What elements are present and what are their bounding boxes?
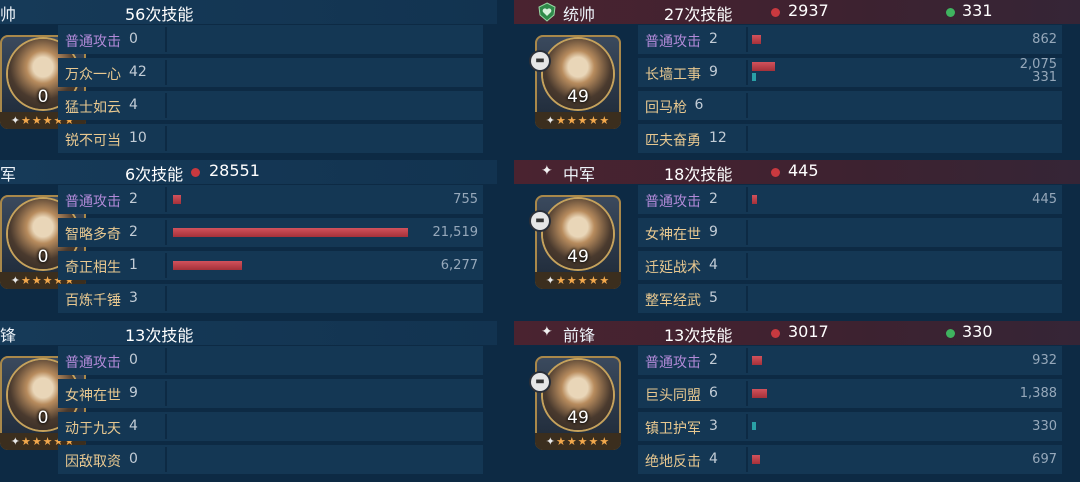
hero-level: 49 <box>567 247 589 267</box>
tank-icon: ▬ <box>531 212 549 230</box>
hero-portrait[interactable]: 49 ✦★★★★★ <box>535 195 621 289</box>
row-divider <box>746 220 748 245</box>
skill-count: 18次技能 <box>664 165 733 184</box>
skill-row: 长墙工事 9 2,075 331 <box>638 57 1062 87</box>
damage-value: 862 <box>1032 32 1057 47</box>
skill-name: 巨头同盟 <box>645 388 701 404</box>
skill-name: 普通攻击 <box>645 355 701 371</box>
star-icon: ✦ <box>541 163 553 179</box>
skill-name: 迁延战术 <box>645 260 701 276</box>
damage-dot-icon <box>771 8 780 17</box>
damage-bar <box>752 356 763 365</box>
hero-role-label: 前锋 <box>563 326 596 345</box>
row-divider <box>746 60 748 85</box>
star-rating: ✦★★★★★ <box>535 433 621 450</box>
damage-bar <box>752 35 762 44</box>
skill-times: 6 <box>709 385 718 401</box>
damage-bar <box>752 455 760 464</box>
heal-dot-icon <box>946 329 955 338</box>
skill-row: 绝地反击 4 697 <box>638 445 1062 474</box>
damage-bar <box>752 62 775 71</box>
skill-times: 5 <box>709 290 718 306</box>
row-divider <box>746 447 748 472</box>
skill-count: 13次技能 <box>664 326 733 345</box>
tank-icon: ▬ <box>531 52 549 70</box>
heal-value: 330 <box>1032 419 1057 434</box>
skill-name: 长墙工事 <box>645 67 701 83</box>
skill-name: 镇卫护军 <box>645 421 701 437</box>
heal-bar <box>752 422 756 430</box>
hero-role-label: 统帅 <box>563 5 596 24</box>
skill-name: 回马枪 <box>645 100 687 116</box>
hero-portrait[interactable]: 49 ✦★★★★★ <box>535 356 621 450</box>
skill-row: 普通攻击 2 932 <box>638 346 1062 375</box>
skill-name: 整军经武 <box>645 293 701 309</box>
skill-row: 迁延战术 4 <box>638 251 1062 280</box>
star-rating: ✦★★★★★ <box>535 112 621 129</box>
row-divider <box>746 414 748 439</box>
skill-row: 镇卫护军 3 330 <box>638 412 1062 441</box>
skill-times: 9 <box>709 64 718 80</box>
hero-level: 49 <box>567 408 589 428</box>
damage-value: 1,388 <box>1019 386 1057 401</box>
skill-row: 普通攻击 2 445 <box>638 185 1062 214</box>
skill-times: 4 <box>709 257 718 273</box>
star-icon: ✦ <box>541 324 553 340</box>
skill-times: 2 <box>709 191 718 207</box>
damage-value: 932 <box>1032 353 1057 368</box>
heal-value: 331 <box>1032 70 1057 85</box>
total-damage: 2937 <box>788 1 829 20</box>
row-divider <box>746 93 748 118</box>
damage-bar <box>752 195 757 204</box>
tank-icon: ▬ <box>531 373 549 391</box>
skill-row: 匹夫奋勇 12 <box>638 124 1062 153</box>
skill-times: 12 <box>709 130 727 146</box>
total-heal: 330 <box>962 322 993 341</box>
row-divider <box>746 348 748 373</box>
skill-name: 匹夫奋勇 <box>645 133 701 149</box>
skill-row: 巨头同盟 6 1,388 <box>638 379 1062 408</box>
row-divider <box>746 253 748 278</box>
total-damage: 3017 <box>788 322 829 341</box>
skill-times: 3 <box>709 418 718 434</box>
hero-level: 49 <box>567 87 589 107</box>
damage-value: 445 <box>1032 192 1057 207</box>
total-heal: 331 <box>962 1 993 20</box>
damage-dot-icon <box>771 168 780 177</box>
heal-dot-icon <box>946 8 955 17</box>
hero-portrait[interactable]: 49 ✦★★★★★ <box>535 35 621 129</box>
skill-name: 绝地反击 <box>645 454 701 470</box>
row-divider <box>746 126 748 151</box>
damage-bar <box>752 389 768 398</box>
skill-name: 普通攻击 <box>645 34 701 50</box>
skill-times: 9 <box>709 224 718 240</box>
skill-times: 2 <box>709 31 718 47</box>
row-divider <box>746 27 748 52</box>
row-divider <box>746 187 748 212</box>
skill-row: 女神在世 9 <box>638 218 1062 247</box>
skill-row: 整军经武 5 <box>638 284 1062 313</box>
total-damage: 445 <box>788 161 819 180</box>
damage-value: 697 <box>1032 452 1057 467</box>
skill-name: 女神在世 <box>645 227 701 243</box>
skill-count: 27次技能 <box>664 5 733 24</box>
skill-name: 普通攻击 <box>645 194 701 210</box>
skill-times: 4 <box>709 451 718 467</box>
row-divider <box>746 381 748 406</box>
row-divider <box>746 286 748 311</box>
skill-row: 回马枪 6 <box>638 91 1062 120</box>
skill-times: 2 <box>709 352 718 368</box>
heal-bar <box>752 73 756 81</box>
damage-dot-icon <box>771 329 780 338</box>
hero-role-label: 中军 <box>563 165 596 184</box>
star-rating: ✦★★★★★ <box>535 272 621 289</box>
skill-times: 6 <box>694 97 704 113</box>
skill-row: 普通攻击 2 862 <box>638 25 1062 54</box>
heart-shield-icon <box>537 2 557 26</box>
